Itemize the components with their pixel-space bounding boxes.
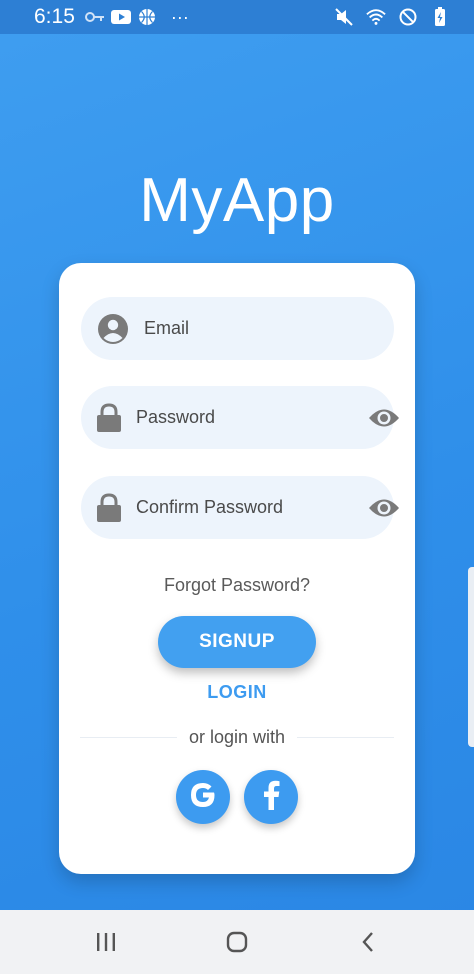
wifi-icon — [366, 7, 386, 27]
app-title: MyApp — [139, 166, 335, 235]
google-icon — [187, 779, 219, 816]
confirm-password-input[interactable] — [136, 476, 368, 539]
back-icon[interactable] — [348, 922, 388, 962]
email-input[interactable] — [144, 297, 380, 360]
login-link[interactable]: LOGIN — [59, 682, 415, 703]
person-icon — [96, 312, 130, 346]
facebook-icon — [259, 779, 283, 816]
or-login-divider: or login with — [80, 726, 395, 748]
edge-panel-handle[interactable] — [468, 567, 474, 747]
more-icon: ··· — [170, 6, 189, 27]
mute-icon — [334, 7, 354, 27]
lock-icon — [96, 401, 122, 435]
email-field-container[interactable] — [81, 297, 394, 360]
home-icon[interactable] — [217, 922, 257, 962]
password-field-container[interactable] — [81, 386, 399, 449]
status-time: 6:15 — [34, 5, 75, 28]
signup-button[interactable]: SIGNUP — [158, 616, 316, 668]
divider-line — [297, 736, 395, 738]
divider-text: or login with — [188, 726, 286, 747]
forgot-password-link[interactable]: Forgot Password? — [59, 575, 415, 596]
eye-icon[interactable] — [368, 401, 400, 435]
youtube-icon — [110, 7, 131, 27]
eye-icon[interactable] — [368, 491, 400, 525]
basketball-icon — [137, 7, 157, 27]
no-disturb-icon — [398, 7, 418, 27]
status-bar: 6:15 ··· — [0, 0, 474, 34]
battery-icon — [430, 7, 450, 27]
google-login-button[interactable] — [176, 770, 230, 824]
signup-card: Forgot Password? SIGNUP LOGIN or login w… — [59, 263, 415, 874]
password-input[interactable] — [136, 386, 368, 449]
divider-line — [80, 736, 177, 738]
key-icon — [84, 7, 105, 27]
lock-icon — [96, 491, 122, 525]
recents-icon[interactable] — [86, 922, 126, 962]
confirm-password-field-container[interactable] — [81, 476, 399, 539]
facebook-login-button[interactable] — [244, 770, 298, 824]
system-nav-bar — [0, 910, 474, 974]
